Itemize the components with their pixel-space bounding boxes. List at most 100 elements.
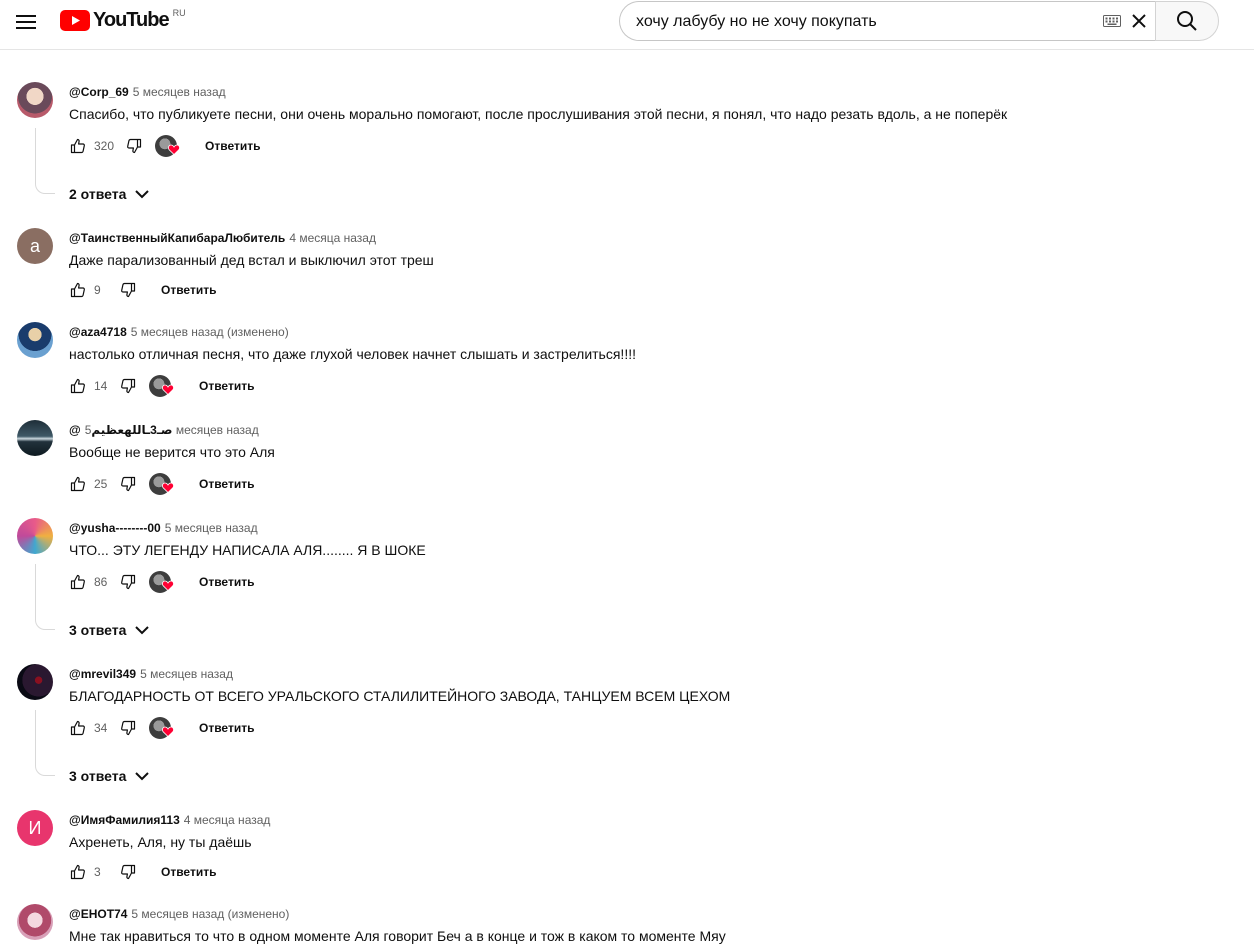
comment-author[interactable]: @yusha--------00 — [69, 521, 161, 535]
creator-heart — [155, 135, 181, 157]
thread-line — [35, 128, 55, 194]
dislike-button[interactable] — [125, 137, 143, 155]
thumbs-up-icon — [70, 720, 85, 736]
avatar[interactable] — [17, 420, 53, 456]
creator-heart — [149, 473, 175, 495]
comment-actions: 25 Ответить — [69, 472, 254, 496]
avatar-letter: И — [28, 817, 42, 838]
avatar[interactable] — [17, 82, 53, 118]
thumbs-up-icon — [70, 378, 85, 394]
replies-toggle[interactable]: 2 ответа — [69, 186, 150, 202]
youtube-logo-icon — [60, 10, 90, 31]
comment-time[interactable]: 4 месяца назад — [289, 231, 376, 245]
search-input[interactable] — [636, 12, 1076, 32]
reply-button[interactable]: Ответить — [161, 283, 216, 297]
comment-author[interactable]: @ТаинственныйКапибараЛюбитель — [69, 231, 285, 245]
avatar-letter: а — [29, 235, 40, 256]
thumbs-down-icon — [121, 720, 136, 736]
comment-text: Спасибо, что публикуете песни, они очень… — [69, 106, 1008, 122]
region-label: RU — [172, 7, 186, 18]
like-button[interactable] — [69, 377, 87, 395]
like-count: 14 — [94, 379, 108, 393]
masthead: YouTube RU — [0, 0, 1254, 50]
thread-line — [35, 564, 55, 630]
dislike-button[interactable] — [119, 863, 137, 881]
comment-actions: 14 Ответить — [69, 374, 254, 398]
chevron-down-icon — [135, 626, 150, 635]
dislike-button[interactable] — [119, 573, 137, 591]
comment-author[interactable]: @ИмяФамилия113 — [69, 813, 180, 827]
search-button[interactable] — [1155, 1, 1219, 41]
replies-toggle[interactable]: 3 ответа — [69, 768, 150, 784]
search-box — [619, 1, 1156, 41]
keyboard-icon[interactable] — [1103, 15, 1121, 27]
thumbs-down-icon — [121, 476, 136, 492]
reply-button[interactable]: Ответить — [205, 139, 260, 153]
comment-time[interactable]: 4 месяца назад — [184, 813, 271, 827]
heart-icon — [162, 580, 174, 591]
reply-button[interactable]: Ответить — [161, 865, 216, 879]
like-count: 25 — [94, 477, 108, 491]
comment-author[interactable]: @EHOT74 — [69, 907, 127, 921]
creator-heart — [149, 717, 175, 739]
youtube-logo[interactable]: YouTube RU — [60, 7, 186, 32]
thumbs-down-icon — [121, 282, 136, 298]
thumbs-up-icon — [70, 476, 85, 492]
chevron-down-icon — [135, 772, 150, 781]
thumbs-up-icon — [70, 282, 85, 298]
dislike-button[interactable] — [119, 281, 137, 299]
comment-author[interactable]: @mrevil349 — [69, 667, 136, 681]
avatar[interactable] — [17, 322, 53, 358]
replies-count: 3 ответа — [69, 768, 127, 784]
comment-author[interactable]: @aza4718 — [69, 325, 127, 339]
menu-button[interactable] — [8, 4, 44, 40]
dislike-button[interactable] — [119, 377, 137, 395]
comment-time[interactable]: 5 месяцев назад — [165, 521, 258, 535]
comment-time[interactable]: 5 месяцев назад — [133, 85, 226, 99]
logo-text: YouTube — [93, 9, 170, 31]
dislike-button[interactable] — [119, 475, 137, 493]
replies-count: 3 ответа — [69, 622, 127, 638]
comment-actions: 9 Ответить — [69, 278, 216, 302]
heart-icon — [162, 482, 174, 493]
comment-time[interactable]: 5 месяцев назад — [140, 667, 233, 681]
like-count: 34 — [94, 721, 108, 735]
like-button[interactable] — [69, 863, 87, 881]
avatar[interactable] — [17, 518, 53, 554]
close-icon[interactable] — [1129, 11, 1149, 31]
comment-text: Ахренеть, Аля, ну ты даёшь — [69, 834, 252, 850]
avatar[interactable]: И — [17, 810, 53, 846]
comment-actions: 86 Ответить — [69, 570, 254, 594]
like-button[interactable] — [69, 573, 87, 591]
like-button[interactable] — [69, 281, 87, 299]
thumbs-up-icon — [70, 138, 85, 154]
like-button[interactable] — [69, 475, 87, 493]
heart-icon — [162, 384, 174, 395]
comment-text: ЧТО... ЭТУ ЛЕГЕНДУ НАПИСАЛА АЛЯ........ … — [69, 542, 426, 558]
like-button[interactable] — [69, 719, 87, 737]
comment-text: Вообще не верится что это Аля — [69, 444, 275, 460]
comment-text: настолько отличная песня, что даже глухо… — [69, 346, 636, 362]
dislike-button[interactable] — [119, 719, 137, 737]
comment-text: Даже парализованный дед встал и выключил… — [69, 252, 434, 268]
heart-icon — [168, 144, 180, 155]
avatar[interactable]: а — [17, 228, 53, 264]
thread-line — [35, 710, 55, 776]
comment-time[interactable]: 5 месяцев назад (изменено) — [131, 907, 289, 921]
like-count: 3 — [94, 865, 101, 879]
reply-button[interactable]: Ответить — [199, 721, 254, 735]
avatar[interactable] — [17, 904, 53, 940]
thumbs-down-icon — [121, 864, 136, 880]
like-button[interactable] — [69, 137, 87, 155]
reply-button[interactable]: Ответить — [199, 575, 254, 589]
thumbs-down-icon — [121, 574, 136, 590]
comment-time[interactable]: 5 месяцев назад (изменено) — [131, 325, 289, 339]
reply-button[interactable]: Ответить — [199, 379, 254, 393]
thumbs-down-icon — [121, 378, 136, 394]
reply-button[interactable]: Ответить — [199, 477, 254, 491]
comment-text: БЛАГОДАРНОСТЬ ОТ ВСЕГО УРАЛЬСКОГО СТАЛИЛ… — [69, 688, 731, 704]
comment-author[interactable]: @Corp_69 — [69, 85, 129, 99]
replies-toggle[interactable]: 3 ответа — [69, 622, 150, 638]
thumbs-down-icon — [127, 138, 142, 154]
avatar[interactable] — [17, 664, 53, 700]
